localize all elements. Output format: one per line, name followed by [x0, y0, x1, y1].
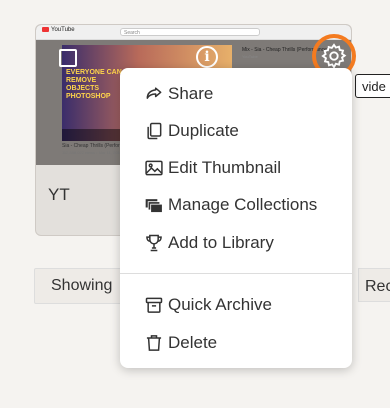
showing-filter[interactable]: Showing: [34, 268, 124, 304]
info-icon[interactable]: i: [196, 46, 218, 68]
menu-item-label: Duplicate: [168, 121, 239, 140]
share-icon: [146, 87, 162, 99]
collections-icon: [145, 199, 163, 213]
select-checkbox[interactable]: [59, 49, 77, 67]
thumbnail-below-subtitle: 112,558,022 views • Mar 11, 2016: [62, 150, 122, 155]
menu-item-label: Manage Collections: [168, 195, 318, 214]
trash-icon: [146, 335, 162, 351]
thumbnail-video-caption: EVERYONE CAN REMOVE OBJECTS PHOTOSHOP: [66, 69, 122, 100]
menu-item-edit-thumbnail[interactable]: Edit Thumbnail: [144, 153, 281, 183]
image-icon: [145, 160, 163, 176]
thumbnail-side-subtitle: YouTube: [242, 54, 258, 59]
menu-item-label: Share: [168, 84, 214, 103]
menu-item-manage-collections[interactable]: Manage Collections: [144, 190, 317, 220]
menu-item-label: Add to Library: [168, 233, 274, 252]
menu-item-delete[interactable]: Delete: [144, 328, 217, 358]
tooltip: vide: [355, 74, 390, 98]
sort-button-label: Rec: [358, 268, 390, 302]
thumbnail-search-box: Search: [120, 28, 260, 36]
menu-divider: [120, 273, 352, 274]
trophy-icon: [146, 234, 162, 252]
video-card-title: YT: [48, 185, 70, 204]
menu-item-share[interactable]: Share: [144, 79, 213, 109]
menu-item-label: Quick Archive: [168, 295, 272, 314]
youtube-logo: YouTube: [42, 27, 75, 33]
gear-icon[interactable]: [320, 42, 348, 70]
menu-item-label: Delete: [168, 333, 218, 352]
menu-item-label: Edit Thumbnail: [168, 158, 282, 177]
thumbnail-below-title: Sia - Cheap Thrills (Performa: [62, 143, 127, 149]
sort-button[interactable]: Rec: [358, 268, 390, 304]
archive-icon: [145, 297, 163, 313]
menu-item-quick-archive[interactable]: Quick Archive: [144, 290, 272, 320]
menu-item-duplicate[interactable]: Duplicate: [144, 116, 239, 146]
duplicate-icon: [147, 122, 162, 140]
menu-item-add-to-library[interactable]: Add to Library: [144, 228, 274, 258]
thumbnail-browser-bar: YouTube Search: [36, 25, 351, 40]
context-menu: Share Duplicate Edit Thumbnail Manage Co…: [120, 68, 352, 368]
